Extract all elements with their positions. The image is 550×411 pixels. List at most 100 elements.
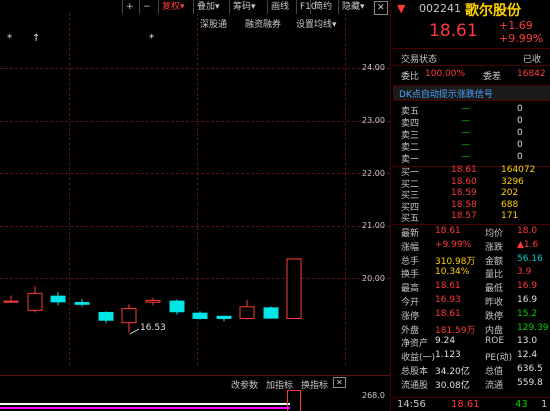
stat-value: 18.61 (435, 281, 461, 292)
candle-body[interactable] (192, 312, 208, 319)
stat-value: 9.24 (435, 336, 456, 347)
sell-level-price: — (461, 116, 470, 126)
quote-panel: ▼ 002241 歌尔股份 18.61 +1.69 +9.99% 交易状态 已收… (393, 0, 550, 411)
stat-value: 16.9 (517, 281, 538, 292)
stat-value: 636.5 (517, 364, 543, 374)
change-percent: +9.99% (499, 32, 544, 45)
panel-divider (390, 0, 391, 411)
stat-value: 34.20亿 (435, 367, 470, 377)
stat-value: 181.59万 (435, 325, 476, 336)
candle-body[interactable] (121, 308, 137, 324)
stock-name: 歌尔股份 (465, 3, 521, 19)
stat-value: 129.39 (517, 322, 549, 333)
tick-direction: 1 (541, 399, 548, 410)
stat-label: 最低 (485, 284, 504, 295)
buy-level-label: 买五 (401, 214, 420, 224)
dk-signal-bar[interactable]: DK点自动提示涨跌信号 (393, 85, 550, 101)
stat-label: 外盘 (401, 325, 420, 336)
stat-value: 30.08亿 (435, 380, 470, 391)
stat-label: 换手 (401, 270, 420, 281)
change-value: +1.69 (499, 19, 533, 32)
stat-value: 559.8 (517, 377, 543, 388)
buy-level-volume: 171 (501, 211, 519, 221)
sell-level-volume: 0 (517, 140, 523, 150)
candle-body[interactable] (50, 295, 66, 303)
sell-level-volume: 0 (517, 128, 523, 138)
tick-volume: 43 (515, 399, 528, 410)
bid-diff-value: 16842 (517, 69, 546, 79)
candle-body[interactable] (98, 311, 114, 321)
stat-label: 最高 (401, 284, 420, 295)
stat-label: 昨收 (485, 298, 504, 308)
status-value: 已收 (523, 55, 542, 65)
stat-value: 310.98万 (435, 256, 476, 267)
divider (393, 224, 550, 225)
low-pointer-arrow (129, 328, 140, 335)
tick-price: 18.61 (451, 399, 480, 410)
stat-label: 收益(一) (401, 353, 436, 364)
stock-code: 002241 (419, 2, 461, 15)
stat-value: 12.4 (517, 350, 538, 361)
sell-level-volume: 0 (517, 152, 523, 162)
sell-level-label: 卖一 (401, 155, 420, 165)
stat-label: 内盘 (485, 325, 504, 336)
candle-body[interactable] (74, 302, 90, 305)
stat-label: 净资产 (401, 339, 429, 350)
buy-level-volume: 164072 (501, 165, 536, 175)
stat-label: 今开 (401, 298, 420, 308)
stat-label: PE(动) (485, 353, 513, 364)
candle-body[interactable] (263, 307, 279, 319)
candle-body[interactable] (27, 292, 43, 311)
sell-level-price: — (461, 152, 470, 162)
stat-label: ROE (485, 336, 505, 347)
stat-label: 涨跌 (485, 242, 504, 253)
collapse-icon[interactable]: ▼ (397, 2, 405, 15)
stat-value: 16.9 (517, 295, 538, 305)
volume-pane (0, 390, 391, 411)
buy-level-volume: 3296 (501, 176, 524, 187)
buy-level-price: 18.59 (451, 188, 477, 198)
stat-value: 3.9 (517, 267, 532, 278)
stat-value: 18.61 (435, 308, 461, 319)
buy-level-price: 18.58 (451, 199, 477, 210)
stat-label: 流通股 (401, 380, 429, 391)
volume-ma-line (0, 407, 290, 409)
stat-label: 总股本 (401, 367, 429, 377)
buy-level-price: 18.60 (451, 176, 477, 187)
stat-label: 金额 (485, 256, 504, 267)
candle-body[interactable] (286, 258, 302, 319)
sell-level-price: — (461, 128, 470, 138)
candle-body[interactable] (145, 299, 161, 303)
stat-value: +9.99% (435, 239, 472, 250)
status-label: 交易状态 (401, 55, 438, 65)
stat-value: 18.61 (435, 226, 461, 236)
stat-label: 总值 (485, 367, 504, 377)
buy-level-volume: 202 (501, 188, 519, 198)
volume-bar (287, 390, 301, 411)
sell-level-price: — (461, 140, 470, 150)
chart-area[interactable]: + − 复权▾ 叠加▾ 筹码▾ 画线 F10 简约 隐藏▾ ✕ 深股通 融资融券… (0, 0, 391, 411)
sell-level-volume: 0 (517, 116, 523, 126)
stat-label: 量比 (485, 270, 504, 281)
last-price: 18.61 (429, 21, 478, 41)
stat-value: 18.0 (517, 226, 538, 236)
stat-value: 10.34% (435, 267, 470, 278)
stat-label: 涨幅 (401, 242, 420, 253)
stat-label: 涨停 (401, 311, 420, 322)
stat-label: 均价 (485, 229, 504, 239)
close-indicator-button[interactable]: ✕ (333, 377, 346, 388)
candle-body[interactable] (239, 306, 255, 319)
divider (393, 48, 550, 49)
candle-body[interactable] (3, 300, 19, 303)
low-price-label: 16.53 (140, 323, 166, 333)
buy-level-price: 18.61 (451, 165, 477, 175)
sell-level-price: — (461, 104, 470, 114)
candle-body[interactable] (216, 315, 232, 319)
stat-value: 15.2 (517, 308, 538, 319)
candlestick-chart[interactable] (0, 0, 391, 411)
sell-level-volume: 0 (517, 104, 523, 114)
candle-body[interactable] (169, 300, 185, 313)
stat-value: 1.123 (435, 350, 461, 361)
stat-label: 流通 (485, 380, 504, 391)
stat-value: 56.16 (517, 253, 543, 264)
